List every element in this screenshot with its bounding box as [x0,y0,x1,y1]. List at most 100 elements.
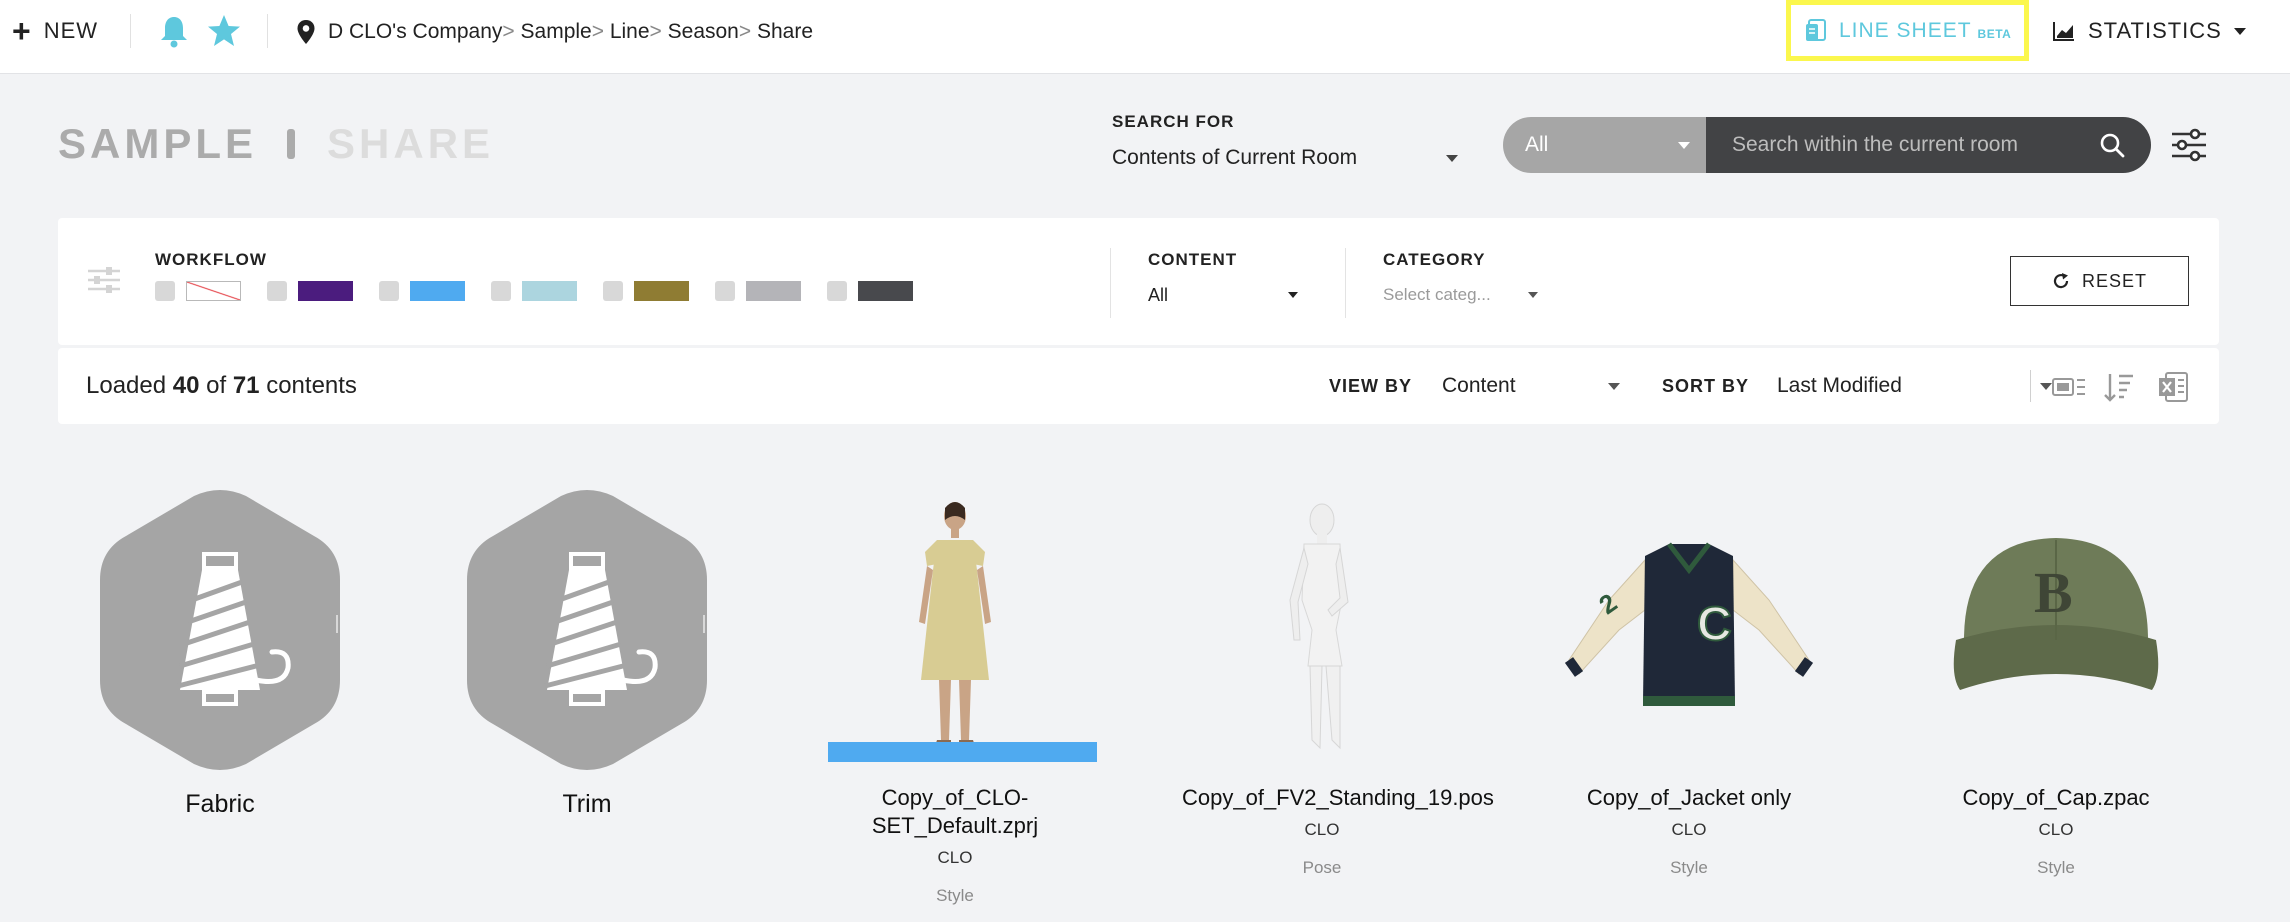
workflow-option[interactable] [603,281,689,301]
workflow-option[interactable] [379,281,465,301]
content-card[interactable]: C 2 Copy_of_Jacket only CLO Style [1549,490,1829,878]
statistics-label: STATISTICS [2088,18,2222,43]
workflow-swatch [858,281,913,301]
card-name[interactable]: Copy_of_FV2_Standing_19.pos [1182,784,1494,812]
workflow-option[interactable] [267,281,353,301]
card-owner: CLO [1304,820,1340,839]
workflow-swatch [410,281,465,301]
filter-sliders-icon[interactable] [86,262,122,298]
workflow-swatch [298,281,353,301]
workflow-swatch [746,281,801,301]
advanced-filter-icon[interactable] [2170,128,2208,162]
card-name[interactable]: Trim [447,790,727,818]
pose-thumbnail[interactable] [1182,490,1462,770]
star-icon[interactable] [206,13,242,49]
bell-icon[interactable] [158,14,190,48]
sort-by-label: SORT BY [1662,376,1750,396]
content-card[interactable]: Trim [447,490,727,818]
line-sheet-icon [1806,18,1826,41]
search-scope-dropdown[interactable]: All [1503,117,1706,173]
checkbox[interactable] [267,281,287,301]
card-name[interactable]: Copy_of_Jacket only [1549,784,1829,812]
chart-icon [2053,22,2074,41]
sort-by-dropdown[interactable]: Last Modified [1777,372,2052,400]
divider [1345,248,1346,318]
search-icon[interactable] [2099,132,2125,158]
workflow-status-bar [828,742,1097,762]
divider [1110,248,1111,318]
avatar-dress-image [919,502,991,746]
loaded-count-text: Loaded 40 of 71 contents [86,372,357,400]
title-sample[interactable]: SAMPLE [58,120,257,168]
chevron-down-icon [1528,292,1538,298]
workflow-label: WORKFLOW [155,250,267,269]
chevron-down-icon [1446,154,1458,162]
divider [267,14,268,48]
loaded-prefix: Loaded [86,372,167,399]
content-filter-dropdown[interactable]: All [1148,282,1298,308]
cap-thumbnail[interactable]: B [1916,490,2196,770]
card-owner: CLO [937,848,973,867]
varsity-jacket-image: C 2 [1564,542,1814,706]
checkbox[interactable] [491,281,511,301]
sort-order-icon[interactable] [2102,370,2136,404]
checkbox[interactable] [715,281,735,301]
breadcrumb-item[interactable]: Line [610,20,650,44]
fabric-thumbnail[interactable] [80,490,360,770]
breadcrumb-item[interactable]: Sample [521,20,592,44]
card-name[interactable]: Fabric [80,790,360,818]
beta-badge: BETA [1977,26,2012,41]
breadcrumb-item[interactable]: D CLO's Company [328,20,502,44]
view-by-dropdown[interactable]: Content [1442,372,1620,400]
search-for-dropdown[interactable]: Contents of Current Room [1112,144,1458,172]
trim-thumbnail[interactable] [447,490,727,770]
breadcrumb: D CLO's Company > Sample > Line > Season > S… [296,17,813,47]
title-divider [287,129,296,159]
card-name[interactable]: Copy_of_CLO-SET_Default.zprj [815,784,1095,840]
search-for-label: SEARCH FOR [1112,112,1235,131]
workflow-option-none[interactable] [155,281,241,301]
category-filter-dropdown[interactable]: Select categ... [1383,282,1538,308]
workflow-filters [155,281,939,301]
statistics-menu[interactable]: STATISTICS [2052,16,2246,46]
svg-text:C: C [1697,598,1732,651]
content-card[interactable]: Fabric [80,490,360,818]
reset-button[interactable]: RESET [2010,256,2189,306]
checkbox[interactable] [155,281,175,301]
style-thumbnail[interactable] [815,490,1097,770]
search-bar: All Search within the current room [1503,117,2151,173]
card-name[interactable]: Copy_of_Cap.zpac [1916,784,2196,812]
card-type: Style [1670,858,1708,877]
title-share[interactable]: SHARE [327,120,494,168]
loaded-suffix: contents [266,372,357,399]
content-card[interactable]: B Copy_of_Cap.zpac CLO Style [1916,490,2196,878]
mannequin-pose-image [1289,503,1349,750]
search-input[interactable]: Search within the current room [1706,117,2151,173]
plus-icon: + [12,13,32,49]
divider [130,14,131,48]
new-label: NEW [43,18,99,43]
breadcrumb-item[interactable]: Season [668,20,739,44]
content-card[interactable]: Copy_of_FV2_Standing_19.pos CLO Pose [1182,490,1494,878]
jacket-thumbnail[interactable]: C 2 [1549,490,1829,770]
sort-by-value: Last Modified [1777,374,1902,397]
workflow-option[interactable] [491,281,577,301]
chevron-down-icon [1608,382,1620,390]
checkbox[interactable] [379,281,399,301]
breadcrumb-separator: > [649,20,662,43]
line-sheet-button[interactable]: LINE SHEET BETA [1786,0,2029,61]
divider [703,615,705,633]
excel-export-icon[interactable] [2156,370,2190,404]
workflow-swatch [634,281,689,301]
workflow-option[interactable] [715,281,801,301]
new-button[interactable]: + NEW [12,13,99,49]
checkbox[interactable] [827,281,847,301]
search-for-value: Contents of Current Room [1112,146,1358,169]
view-by-value: Content [1442,374,1516,397]
workflow-option[interactable] [827,281,913,301]
checkbox[interactable] [603,281,623,301]
content-card[interactable]: Copy_of_CLO-SET_Default.zprj CLO Style [815,490,1097,906]
view-toggle-icon[interactable] [2051,373,2087,401]
breadcrumb-separator: > [591,20,604,43]
category-filter-label: CATEGORY [1383,250,1486,269]
